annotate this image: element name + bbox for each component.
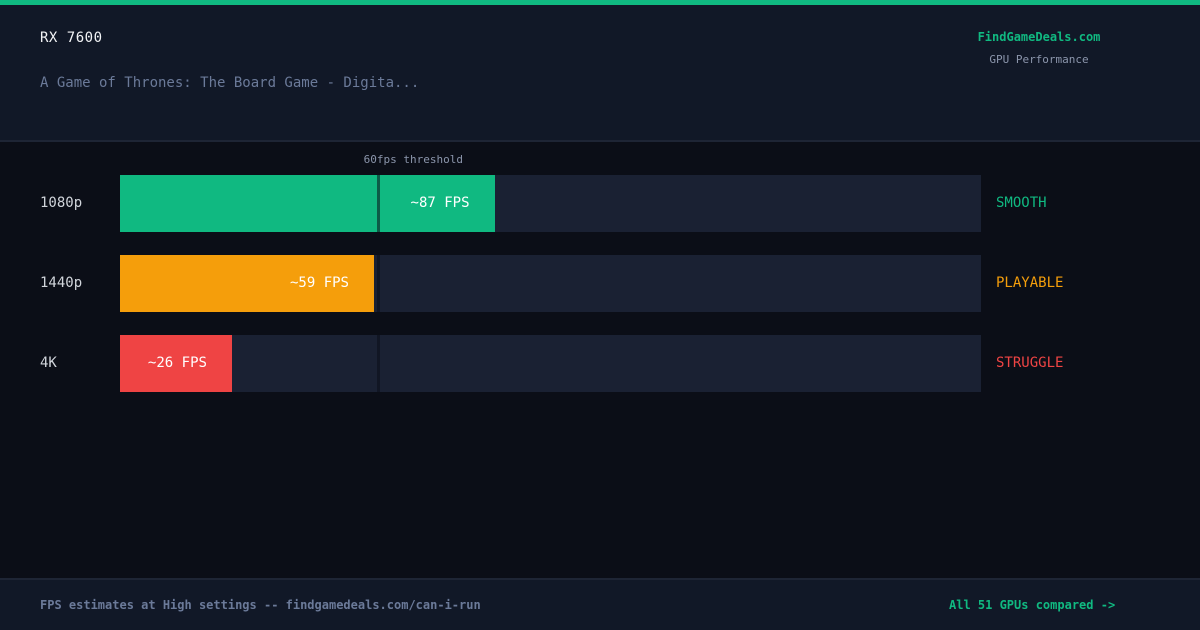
resolution-label: 1080p xyxy=(40,195,83,211)
footer-note: FPS estimates at High settings -- findga… xyxy=(40,598,481,612)
threshold-line xyxy=(377,175,381,232)
bar-track: ~26 FPS xyxy=(120,335,981,392)
brand-logo-text: FindGameDeals.com xyxy=(977,30,1101,44)
bar-track: ~87 FPS xyxy=(120,175,981,232)
performance-status: PLAYABLE xyxy=(996,275,1064,291)
footer: FPS estimates at High settings -- findga… xyxy=(0,578,1200,630)
fps-chart: 60fps threshold 1080p ~87 FPS SMOOTH 1440p ~… xyxy=(0,142,1200,578)
gpu-name: RX 7600 xyxy=(40,30,103,46)
brand-subtitle: GPU Performance xyxy=(989,53,1089,66)
bar-track: ~59 FPS xyxy=(120,255,981,312)
threshold-line xyxy=(377,255,381,312)
fps-value-label: ~26 FPS xyxy=(147,355,207,371)
fps-value-label: ~59 FPS xyxy=(289,275,349,291)
header: RX 7600 A Game of Thrones: The Board Gam… xyxy=(0,5,1200,142)
resolution-label: 4K xyxy=(40,355,57,371)
threshold-line xyxy=(377,335,381,392)
fps-value-label: ~87 FPS xyxy=(410,195,470,211)
performance-status: STRUGGLE xyxy=(996,355,1064,371)
performance-status: SMOOTH xyxy=(996,195,1047,211)
resolution-label: 1440p xyxy=(40,275,83,291)
game-title: A Game of Thrones: The Board Game - Digi… xyxy=(40,75,420,91)
threshold-label: 60fps threshold xyxy=(363,153,463,166)
all-gpus-link[interactable]: All 51 GPUs compared -> xyxy=(949,598,1115,612)
